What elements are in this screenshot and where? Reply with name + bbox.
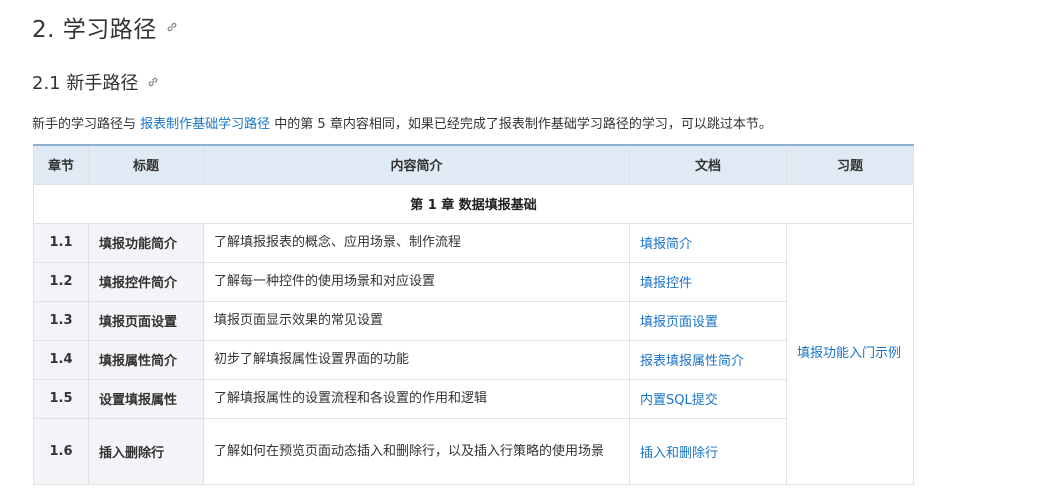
chapter-title: 第 1 章 数据填报基础 (33, 183, 914, 224)
intro-text-before: 新手的学习路径与 (32, 117, 141, 132)
section-title: 填报功能简介 (88, 222, 204, 263)
table-row: 1.5 设置填报属性 了解填报属性的设置流程和各设置的作用和逻辑 内置SQL提交 (33, 378, 914, 419)
doc-link[interactable]: 插入和删除行 (640, 446, 718, 461)
section-desc: 了解填报报表的概念、应用场景、制作流程 (203, 222, 630, 263)
doc-link[interactable]: 填报页面设置 (640, 315, 718, 330)
exercise-link[interactable]: 填报功能入门示例 (797, 346, 901, 361)
table-row: 1.1 填报功能简介 了解填报报表的概念、应用场景、制作流程 填报简介 填报功能… (33, 222, 914, 485)
section-number: 1.4 (33, 339, 89, 380)
subsection-heading: 2.1 新手路径 (32, 69, 159, 95)
chapter-row: 第 1 章 数据填报基础 (33, 183, 914, 224)
table-row: 1.2 填报控件简介 了解每一种控件的使用场景和对应设置 填报控件 (33, 261, 914, 302)
section-number: 1.5 (33, 378, 89, 419)
section-heading: 2. 学习路径 (32, 10, 178, 44)
section-number: 1.6 (33, 417, 89, 485)
section-title: 填报属性简介 (88, 339, 204, 380)
basic-learning-path-link[interactable]: 报表制作基础学习路径 (140, 117, 270, 132)
section-title: 插入删除行 (88, 417, 204, 485)
doc-link[interactable]: 填报控件 (640, 276, 692, 291)
section-desc: 了解如何在预览页面动态插入和删除行，以及插入行策略的使用场景 (203, 417, 630, 485)
header-content: 内容简介 (203, 144, 630, 185)
header-title: 标题 (88, 144, 204, 185)
table-row: 1.4 填报属性简介 初步了解填报属性设置界面的功能 报表填报属性简介 (33, 339, 914, 380)
table-row: 1.3 填报页面设置 填报页面显示效果的常见设置 填报页面设置 (33, 300, 914, 341)
doc-link[interactable]: 报表填报属性简介 (640, 354, 744, 369)
header-exercise: 习题 (786, 144, 914, 185)
section-desc: 填报页面显示效果的常见设置 (203, 300, 630, 341)
doc-link[interactable]: 填报简介 (640, 237, 692, 252)
table-header-row: 章节 标题 内容简介 文档 习题 (33, 144, 914, 185)
section-desc: 了解填报属性的设置流程和各设置的作用和逻辑 (203, 378, 630, 419)
section-title: 填报页面设置 (88, 300, 204, 341)
document-page: 2. 学习路径 2.1 新手路径 新手的学习路径与 报表制作基础学习路径 中的第… (0, 0, 1053, 495)
section-heading-text: 2. 学习路径 (32, 17, 157, 43)
section-desc: 初步了解填报属性设置界面的功能 (203, 339, 630, 380)
doc-link[interactable]: 内置SQL提交 (640, 393, 718, 408)
section-title: 设置填报属性 (88, 378, 204, 419)
heading-anchor-link-icon[interactable] (166, 21, 178, 33)
header-doc: 文档 (629, 144, 787, 185)
table-row: 1.6 插入删除行 了解如何在预览页面动态插入和删除行，以及插入行策略的使用场景… (33, 417, 914, 485)
section-number: 1.3 (33, 300, 89, 341)
section-title: 填报控件简介 (88, 261, 204, 302)
section-number: 1.1 (33, 222, 89, 263)
intro-text-after: 中的第 5 章内容相同，如果已经完成了报表制作基础学习路径的学习，可以跳过本节。 (270, 117, 772, 132)
learning-path-table: 章节 标题 内容简介 文档 习题 第 1 章 数据填报基础 1.1 填报功能简介… (33, 144, 914, 485)
header-chapter: 章节 (33, 144, 89, 185)
intro-paragraph: 新手的学习路径与 报表制作基础学习路径 中的第 5 章内容相同，如果已经完成了报… (32, 113, 772, 132)
section-desc: 了解每一种控件的使用场景和对应设置 (203, 261, 630, 302)
subsection-heading-text: 2.1 新手路径 (32, 73, 139, 94)
section-number: 1.2 (33, 261, 89, 302)
subheading-anchor-link-icon[interactable] (147, 76, 159, 88)
